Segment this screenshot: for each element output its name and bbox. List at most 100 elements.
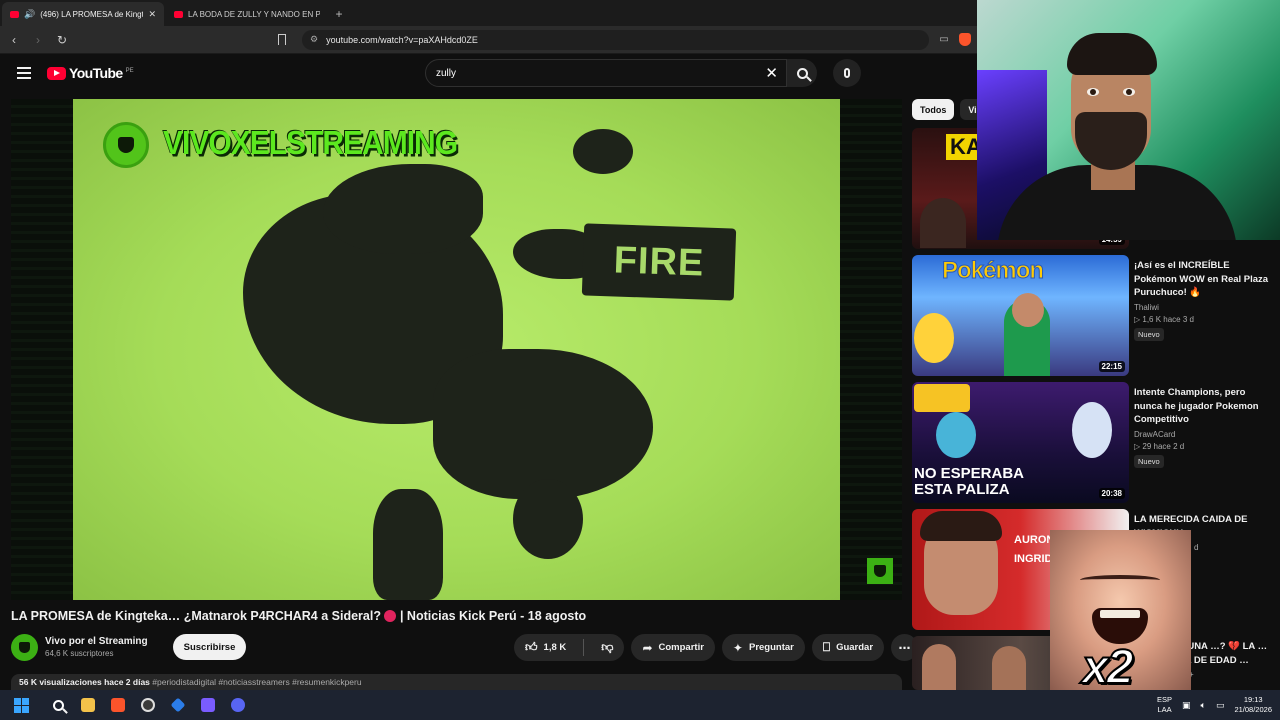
discord-icon[interactable] <box>223 690 253 720</box>
video-actions: 👍︎ 1,8 K 👎︎ ➦ Compartir ✦ Preguntar ⎕ Gu… <box>514 634 919 661</box>
save-button[interactable]: ⎕ Guardar <box>811 634 885 661</box>
bookmark-save-icon: ⎕ <box>822 640 831 654</box>
language-indicator[interactable]: ESP LAA <box>1157 695 1172 715</box>
back-button[interactable]: ‹ <box>6 32 22 48</box>
channel-name[interactable]: Vivo por el Streaming <box>45 636 148 647</box>
rec-title[interactable]: ¡Así es el INCREÍBLE Pokémon WOW en Real… <box>1134 259 1269 300</box>
clear-search-icon[interactable]: ✕ <box>765 64 778 82</box>
new-badge: Nuevo <box>1134 454 1164 468</box>
search-icon <box>796 67 808 79</box>
share-button[interactable]: ➦ Compartir <box>631 634 715 661</box>
map-shape <box>513 479 583 559</box>
rec-stats: ▷ 29 hace 2 d <box>1134 441 1185 451</box>
brave-shields-icon[interactable] <box>959 33 971 46</box>
meme-text: x2 <box>1081 640 1134 690</box>
app-icon[interactable] <box>163 690 193 720</box>
subscribe-button[interactable]: Suscribirse <box>172 634 247 660</box>
brave-browser-icon[interactable] <box>103 690 133 720</box>
upload-age: hace 2 días <box>104 677 150 687</box>
browser-tab-strip: 🔊 (496) LA PROMESA de Kingteka ✕ LA BODA… <box>0 0 977 26</box>
video-player[interactable]: VIVOXELSTREAMING FIRE <box>11 99 902 600</box>
youtube-header: YouTube PE zully ✕ <box>0 54 977 92</box>
windows-taskbar: ESP LAA ▣ 🔈︎ ▭ 19:13 21/08/2026 <box>0 690 1280 720</box>
browser-tab-second[interactable]: LA BODA DE ZULLY Y NANDO EN PE <box>166 2 328 26</box>
search-query: zully <box>436 67 457 79</box>
video-thumbnail[interactable]: NO ESPERABA ESTA PALIZA 20:38 <box>912 382 1129 503</box>
volume-icon[interactable]: 🔈︎ <box>1201 700 1206 711</box>
meme-overlay: x2 <box>1050 530 1191 690</box>
thumbs-down-icon: 👎︎ <box>601 640 614 654</box>
browser-tab-youtube[interactable]: 🔊 (496) LA PROMESA de Kingteka ✕ <box>2 2 164 26</box>
chip-all[interactable]: Todos <box>912 99 955 120</box>
map-shape <box>573 129 633 174</box>
voice-search-button[interactable] <box>833 59 861 87</box>
screen: 🔊 (496) LA PROMESA de Kingteka ✕ LA BODA… <box>0 0 1280 720</box>
view-count: 56 K visualizaciones <box>19 677 102 687</box>
tab-title: LA BODA DE ZULLY Y NANDO EN PE <box>188 9 320 19</box>
youtube-play-icon <box>47 66 66 80</box>
sparkle-icon: ✦ <box>732 640 743 655</box>
menu-icon[interactable] <box>17 67 31 79</box>
search-input[interactable]: zully ✕ <box>425 59 787 87</box>
player-side-panel <box>840 99 902 600</box>
map-shape <box>323 164 483 254</box>
tab-title: (496) LA PROMESA de Kingteka <box>40 9 143 19</box>
player-side-panel <box>11 99 73 600</box>
video-thumbnail[interactable]: Pokémon 22:15 <box>912 255 1129 376</box>
rec-title[interactable]: Intente Champions, pero nunca he jugador… <box>1134 386 1269 427</box>
bookmark-icon[interactable] <box>278 34 286 45</box>
obs-icon[interactable] <box>133 690 163 720</box>
tab-close-icon[interactable]: ✕ <box>148 9 156 20</box>
overlay-channel-text: VIVOXELSTREAMING <box>163 124 458 162</box>
list-item[interactable]: NO ESPERABA ESTA PALIZA 20:38 Intente Ch… <box>912 382 1272 503</box>
youtube-logo[interactable]: YouTube PE <box>47 65 134 81</box>
windows-start-icon[interactable] <box>14 697 29 713</box>
reload-button[interactable]: ↻ <box>54 32 70 48</box>
fire-badge: FIRE <box>581 223 737 301</box>
new-badge: Nuevo <box>1134 327 1164 341</box>
map-shape <box>433 349 653 499</box>
url-text: youtube.com/watch?v=paXAHdcd0ZE <box>326 34 478 45</box>
webcam-overlay <box>977 0 1280 240</box>
battery-icon[interactable]: ▭ <box>1216 700 1225 711</box>
channel-owner: Vivo por el Streaming 64,6 K suscriptore… <box>11 632 247 662</box>
watermark-icon[interactable] <box>867 558 893 584</box>
map-shape <box>373 489 443 600</box>
channel-avatar[interactable] <box>11 633 38 661</box>
youtube-favicon-icon <box>174 10 183 18</box>
share-icon: ➦ <box>642 640 653 655</box>
clock[interactable]: 19:13 21/08/2026 <box>1234 695 1272 715</box>
video-title: LA PROMESA de Kingteka… ¿Matnarok P4RCHA… <box>11 609 587 623</box>
new-tab-button[interactable]: + <box>328 2 350 26</box>
list-item[interactable]: Pokémon 22:15 ¡Así es el INCREÍBLE Pokém… <box>912 255 1272 376</box>
video-frame[interactable]: VIVOXELSTREAMING FIRE <box>73 99 840 600</box>
rec-stats: ▷ 1,6 K hace 3 d <box>1134 314 1194 324</box>
browser-toolbar: ‹ › ↻ ⚙ youtube.com/watch?v=paXAHdcd0ZE … <box>0 26 977 54</box>
system-tray: ESP LAA ▣ 🔈︎ ▭ 19:13 21/08/2026 <box>1157 690 1272 720</box>
ask-button[interactable]: ✦ Preguntar <box>721 634 805 661</box>
rec-stats: d <box>1194 543 1199 552</box>
search-button[interactable] <box>787 59 817 87</box>
speaker-icon[interactable]: 🔊 <box>24 9 35 20</box>
forward-button[interactable]: › <box>30 32 46 48</box>
youtube-favicon-icon <box>10 10 19 18</box>
like-button[interactable]: 👍︎ 1,8 K <box>514 634 577 661</box>
like-dislike-group: 👍︎ 1,8 K 👎︎ <box>514 634 625 661</box>
dislike-button[interactable]: 👎︎ <box>590 634 624 661</box>
rec-channel[interactable]: DrawACard <box>1134 430 1269 439</box>
emoji-icon <box>384 610 397 622</box>
subscriber-count: 64,6 K suscriptores <box>45 649 114 658</box>
site-info-icon[interactable]: ⚙ <box>310 34 318 45</box>
thumbs-up-icon: 👍︎ <box>525 640 538 654</box>
network-icon[interactable]: ▣ <box>1182 700 1191 711</box>
microphone-icon <box>844 68 850 78</box>
file-explorer-icon[interactable] <box>73 690 103 720</box>
hashtags[interactable]: #periodistadigital #noticiasstreamers #r… <box>152 677 361 687</box>
description-box[interactable]: 56 K visualizaciones hace 2 días #period… <box>11 674 902 690</box>
address-bar[interactable]: ⚙ youtube.com/watch?v=paXAHdcd0ZE <box>302 29 929 50</box>
cast-icon[interactable]: ▭ <box>937 33 951 47</box>
rec-channel[interactable]: Thaliwi <box>1134 303 1269 312</box>
grid-app-icon[interactable] <box>193 690 223 720</box>
filter-chips: Todos Vi <box>912 99 985 120</box>
taskbar-search-icon[interactable] <box>43 690 73 720</box>
